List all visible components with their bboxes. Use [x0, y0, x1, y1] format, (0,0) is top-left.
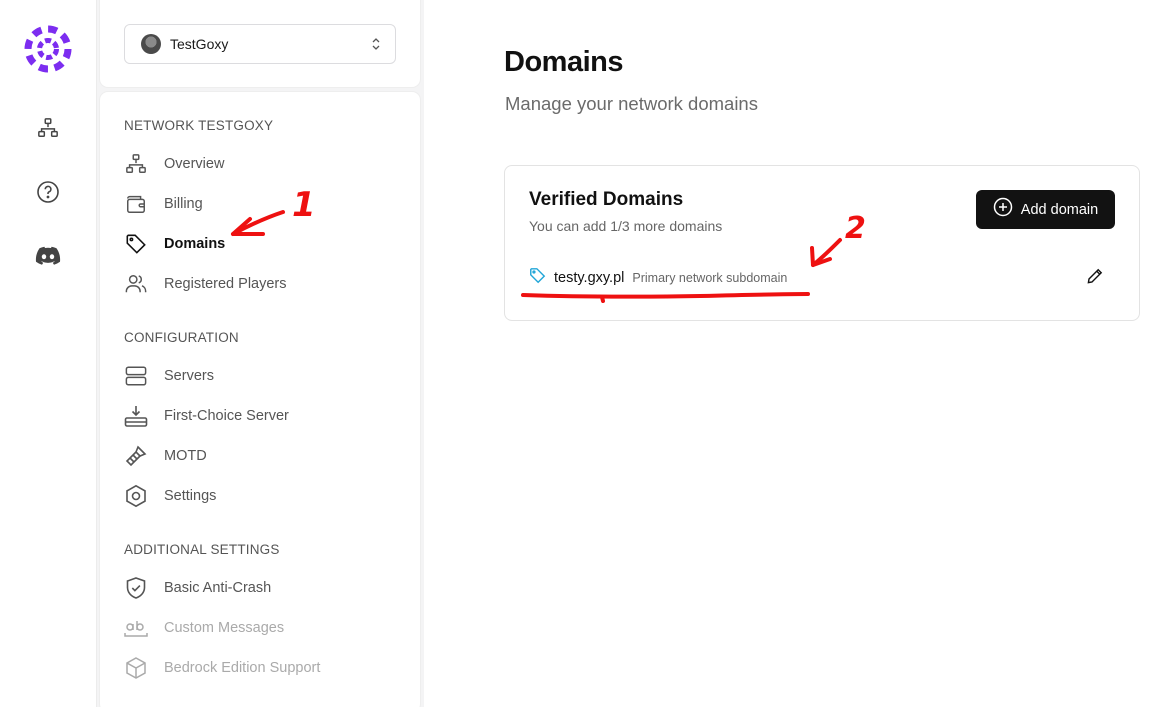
page-title: Domains: [504, 46, 623, 78]
shield-check-icon: [124, 576, 148, 600]
sidebar-item-label: Basic Anti-Crash: [164, 580, 272, 596]
sidebar-item-servers[interactable]: Servers: [124, 360, 404, 392]
discord-icon[interactable]: [28, 236, 68, 276]
add-domain-label: Add domain: [1020, 201, 1099, 218]
section-title-configuration: CONFIGURATION: [124, 330, 239, 345]
domain-tag: Primary network subdomain: [632, 271, 788, 285]
domain-row: testy.gxy.pl Primary network subdomain: [529, 266, 787, 290]
network-icon: [124, 152, 148, 176]
wallet-icon: [124, 192, 148, 216]
sidebar-item-label: Overview: [164, 156, 225, 172]
network-select[interactable]: TestGoxy: [124, 24, 396, 64]
sidebar-item-bedrock-edition-support[interactable]: Bedrock Edition Support: [124, 652, 404, 684]
pencil-icon: [1087, 268, 1103, 289]
page-subtitle: Manage your network domains: [505, 93, 758, 114]
icon-rail: [0, 0, 97, 707]
sidebar-item-label: Settings: [164, 488, 217, 504]
users-icon: [124, 272, 148, 296]
section-title-additional-settings: ADDITIONAL SETTINGS: [124, 542, 280, 557]
sidebar-item-registered-players[interactable]: Registered Players: [124, 268, 404, 300]
text-ab-icon: [124, 616, 148, 640]
sidebar-item-billing[interactable]: Billing: [124, 188, 404, 220]
help-icon[interactable]: [28, 172, 68, 212]
sidebar-item-label: Servers: [164, 368, 214, 384]
brand-logo-icon[interactable]: [23, 24, 73, 74]
add-domain-button[interactable]: Add domain: [976, 190, 1115, 229]
card-title: Verified Domains: [529, 189, 684, 210]
sidebar-item-first-choice-server[interactable]: First-Choice Server: [124, 400, 404, 432]
download-tray-icon: [124, 404, 148, 428]
sidebar-item-label: Billing: [164, 196, 203, 212]
cube-icon: [124, 656, 148, 680]
sidebar-item-custom-messages[interactable]: Custom Messages: [124, 612, 404, 644]
sidebar-item-label: Bedrock Edition Support: [164, 660, 321, 676]
sidebar-item-label: Custom Messages: [164, 620, 285, 636]
plus-circle-icon: [993, 197, 1013, 222]
brush-icon: [124, 444, 148, 468]
network-avatar: [141, 34, 161, 54]
sidebar-item-label: Domains: [164, 236, 226, 252]
domain-name: testy.gxy.pl: [554, 270, 625, 286]
sidebar-item-overview[interactable]: Overview: [124, 148, 404, 180]
edit-domain-button[interactable]: [1083, 266, 1107, 290]
sidebar-item-label: Registered Players: [164, 276, 287, 292]
sidebar-item-basic-anti-crash[interactable]: Basic Anti-Crash: [124, 572, 404, 604]
sidebar-item-label: MOTD: [164, 448, 207, 464]
card-subtitle: You can add 1/3 more domains: [529, 218, 723, 234]
hexagon-gear-icon: [124, 484, 148, 508]
tag-icon: [529, 267, 546, 289]
tag-icon: [124, 232, 148, 256]
chevron-up-down-icon: [369, 37, 383, 51]
section-title-network: NETWORK TESTGOXY: [124, 118, 274, 133]
network-name: TestGoxy: [170, 36, 229, 52]
sidebar-item-settings[interactable]: Settings: [124, 480, 404, 512]
sidebar-item-domains[interactable]: Domains: [124, 228, 404, 260]
sidebar-item-label: First-Choice Server: [164, 408, 289, 424]
sidebar-item-motd[interactable]: MOTD: [124, 440, 404, 472]
rail-network-icon[interactable]: [28, 108, 68, 148]
server-icon: [124, 364, 148, 388]
